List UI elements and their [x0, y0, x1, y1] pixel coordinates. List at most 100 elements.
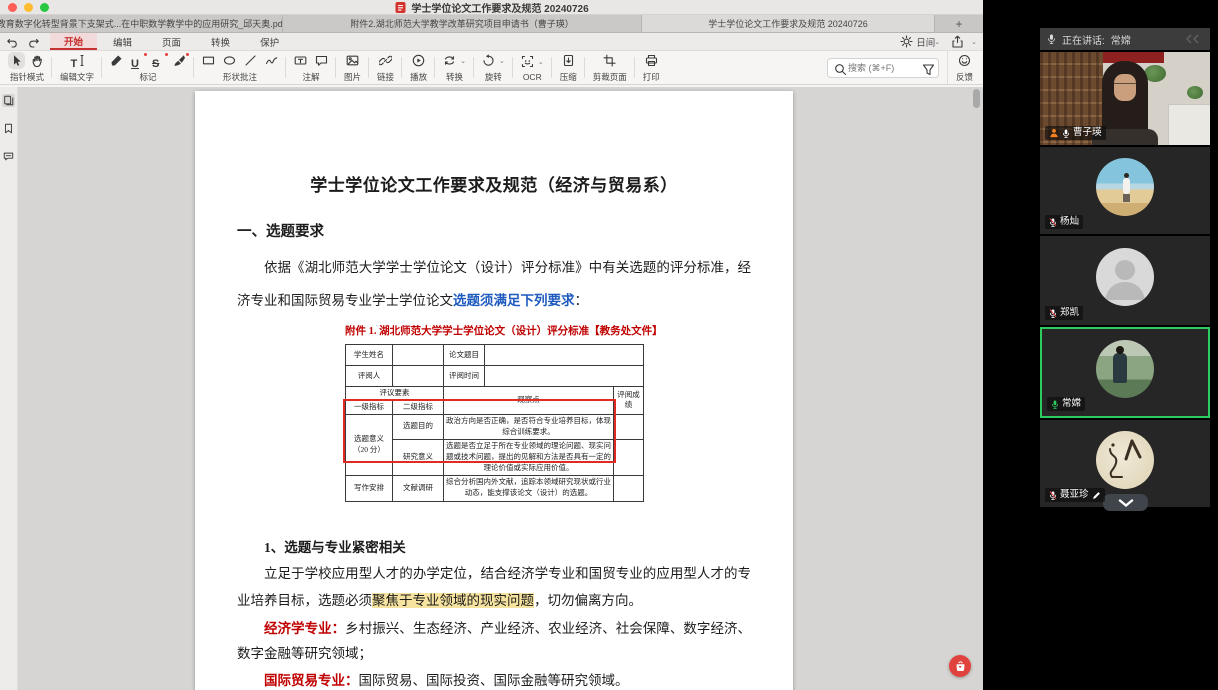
toolbar-group-label: 注解 [303, 71, 320, 83]
display-mode-toggle[interactable]: 日间 ⌄ [900, 35, 940, 49]
toolbar-group-label: 旋转 [485, 71, 502, 83]
feedback-button[interactable]: 反馈 [947, 51, 981, 84]
document-tab-bar: 教育数字化转型背景下支架式...在中职数学教学中的应用研究_邱天奥.pdf 附件… [0, 15, 983, 33]
toolbar-group-label: 转换 [446, 71, 463, 83]
rectangle-icon[interactable] [202, 54, 215, 67]
line-icon[interactable] [244, 54, 257, 67]
window-title: 学士学位论文工作要求及规范 20240726 [411, 0, 588, 15]
thumbnails-panel-icon[interactable] [2, 94, 15, 107]
redo-icon[interactable] [27, 35, 40, 48]
participant-name: 曹子瑛 [1073, 128, 1102, 138]
trade-major-label: 国际贸易专业： [264, 673, 359, 688]
active-speaker-bar: 正在讲话: 常嫦 [1040, 28, 1210, 50]
ribbon-tab-convert[interactable]: 转换 [197, 33, 244, 50]
participant-tile-yangcan[interactable]: 杨灿 [1040, 147, 1210, 234]
toolbar-group-shapes: 形状批注 [194, 51, 286, 84]
play-icon[interactable] [412, 54, 425, 67]
highlighter-icon[interactable] [110, 54, 123, 67]
display-mode-label: 日间 [916, 35, 935, 49]
toolbar-group-label: OCR [523, 72, 542, 82]
table-cell-blank [393, 345, 444, 366]
pdf-page: 学士学位论文工作要求及规范（经济与贸易系） 一、选题要求 依据《湖北师范大学学士… [195, 91, 793, 690]
toolbar-group-label: 剪裁页面 [593, 71, 627, 83]
doc-tab-1[interactable]: 教育数字化转型背景下支架式...在中职数学教学中的应用研究_邱天奥.pdf [0, 15, 283, 32]
economics-paragraph: 经济学专业：乡村振兴、生态经济、产业经济、农业经济、社会保障、数字经济、数字金融… [237, 616, 751, 666]
toolbar-group-label: 图片 [344, 71, 361, 83]
share-icon[interactable] [951, 35, 964, 48]
participant-name: 郑凯 [1060, 308, 1079, 318]
table-cell: 研究意义 [393, 439, 444, 475]
cursor-icon[interactable] [10, 54, 23, 67]
document-viewport[interactable]: 学士学位论文工作要求及规范（经济与贸易系） 一、选题要求 依据《湖北师范大学学士… [18, 87, 983, 690]
avatar-placeholder [1096, 248, 1154, 306]
doc-tab-2[interactable]: 附件2.湖北师范大学教学改革研究项目申请书（曹子瑛） [283, 15, 642, 32]
convert-icon[interactable] [443, 54, 456, 67]
score-table-block: 附件 1. 湖北师范大学学士学位论文（设计）评分标准【教务处文件】 学生姓名 论… [345, 323, 645, 502]
toolbar-group-label: 播放 [410, 71, 427, 83]
toolbar: 指针模式 T 编辑文字 U S 标记 [0, 51, 983, 85]
table-cell-blank [485, 366, 644, 387]
subsection-heading-1: 1、选题与专业紧密相关 [264, 536, 751, 556]
toolbar-group-label: 压缩 [560, 71, 577, 83]
participant-tile-changchang-active[interactable]: 常嫦 [1040, 327, 1210, 418]
search-input[interactable] [848, 63, 918, 73]
fullscreen-button[interactable] [40, 3, 49, 12]
print-icon[interactable] [645, 54, 658, 67]
collapse-participants-button[interactable] [1103, 494, 1148, 511]
ribbon-tab-row: 开始 编辑 页面 转换 保护 日间 ⌄ ⌄ [0, 33, 983, 51]
participant-name: 杨灿 [1060, 217, 1079, 227]
table-cell-blank [614, 475, 644, 501]
ribbon-tab-protect[interactable]: 保护 [246, 33, 293, 50]
bookmark-panel-icon[interactable] [2, 122, 15, 135]
minimize-button[interactable] [24, 3, 33, 12]
toolbar-group-ocr: ⌄ OCR [513, 51, 552, 84]
trade-paragraph: 国际贸易专业：国际贸易、国际投资、国际金融等研究领域。 [237, 668, 751, 690]
hand-icon[interactable] [31, 54, 44, 67]
pen-icon[interactable] [173, 54, 186, 67]
ocr-icon[interactable] [521, 55, 534, 68]
toolbar-group-markup: U S 标记 [102, 51, 194, 84]
table-cell-blank [393, 366, 444, 387]
mic-speaking-icon [1051, 399, 1059, 410]
presenter-icon [1049, 128, 1059, 138]
table-header: 评议要素 [346, 387, 444, 401]
new-tab-button[interactable]: + [935, 15, 983, 32]
undo-icon[interactable] [6, 35, 19, 48]
ribbon-tab-home[interactable]: 开始 [50, 33, 97, 50]
comments-panel-icon[interactable] [2, 150, 15, 163]
freehand-icon[interactable] [265, 54, 278, 67]
mic-muted-icon [1049, 490, 1057, 501]
underline-icon[interactable]: U [131, 54, 144, 67]
participant-tile-caoziying[interactable]: 曹子瑛 [1040, 52, 1210, 145]
textbox-icon[interactable] [294, 54, 307, 67]
rename-pencil-icon[interactable] [1092, 491, 1101, 500]
promo-red-packet-button[interactable] [949, 655, 971, 677]
glasses [1114, 83, 1136, 88]
table-cell: 文献调研 [393, 475, 444, 501]
vertical-scrollbar[interactable] [973, 89, 980, 108]
table-cell: 评阅时间 [444, 366, 485, 387]
collapse-ribbon-icon[interactable]: ⌄ [971, 38, 977, 46]
toolbar-group-crop: 剪裁页面 [585, 51, 635, 84]
close-button[interactable] [8, 3, 17, 12]
strikethrough-icon[interactable]: S [152, 54, 165, 67]
comment-icon[interactable] [315, 54, 328, 67]
rotate-icon[interactable] [482, 54, 495, 67]
image-icon[interactable] [346, 54, 359, 67]
pdf-file-icon [394, 1, 407, 14]
text-edit-icon[interactable]: T [71, 54, 84, 67]
ribbon-tab-page[interactable]: 页面 [148, 33, 195, 50]
section-heading: 一、选题要求 [237, 220, 751, 241]
ribbon-tab-edit[interactable]: 编辑 [99, 33, 146, 50]
crop-icon[interactable] [603, 54, 616, 67]
side-panel-strip [0, 87, 18, 690]
link-icon[interactable] [379, 54, 392, 67]
ellipse-icon[interactable] [223, 54, 236, 67]
doc-tab-3-active[interactable]: 学士学位论文工作要求及规范 20240726 [642, 15, 935, 32]
intro-paragraph: 依据《湖北师范大学学士学位论文（设计）评分标准》中有关选题的评分标准，经济专业和… [237, 251, 751, 317]
toolbar-group-label: 链接 [377, 71, 394, 83]
compress-icon[interactable] [562, 54, 575, 67]
mic-muted-icon [1049, 308, 1057, 319]
participant-tile-zhengkai[interactable]: 郑凯 [1040, 236, 1210, 325]
filter-icon[interactable] [922, 63, 932, 73]
